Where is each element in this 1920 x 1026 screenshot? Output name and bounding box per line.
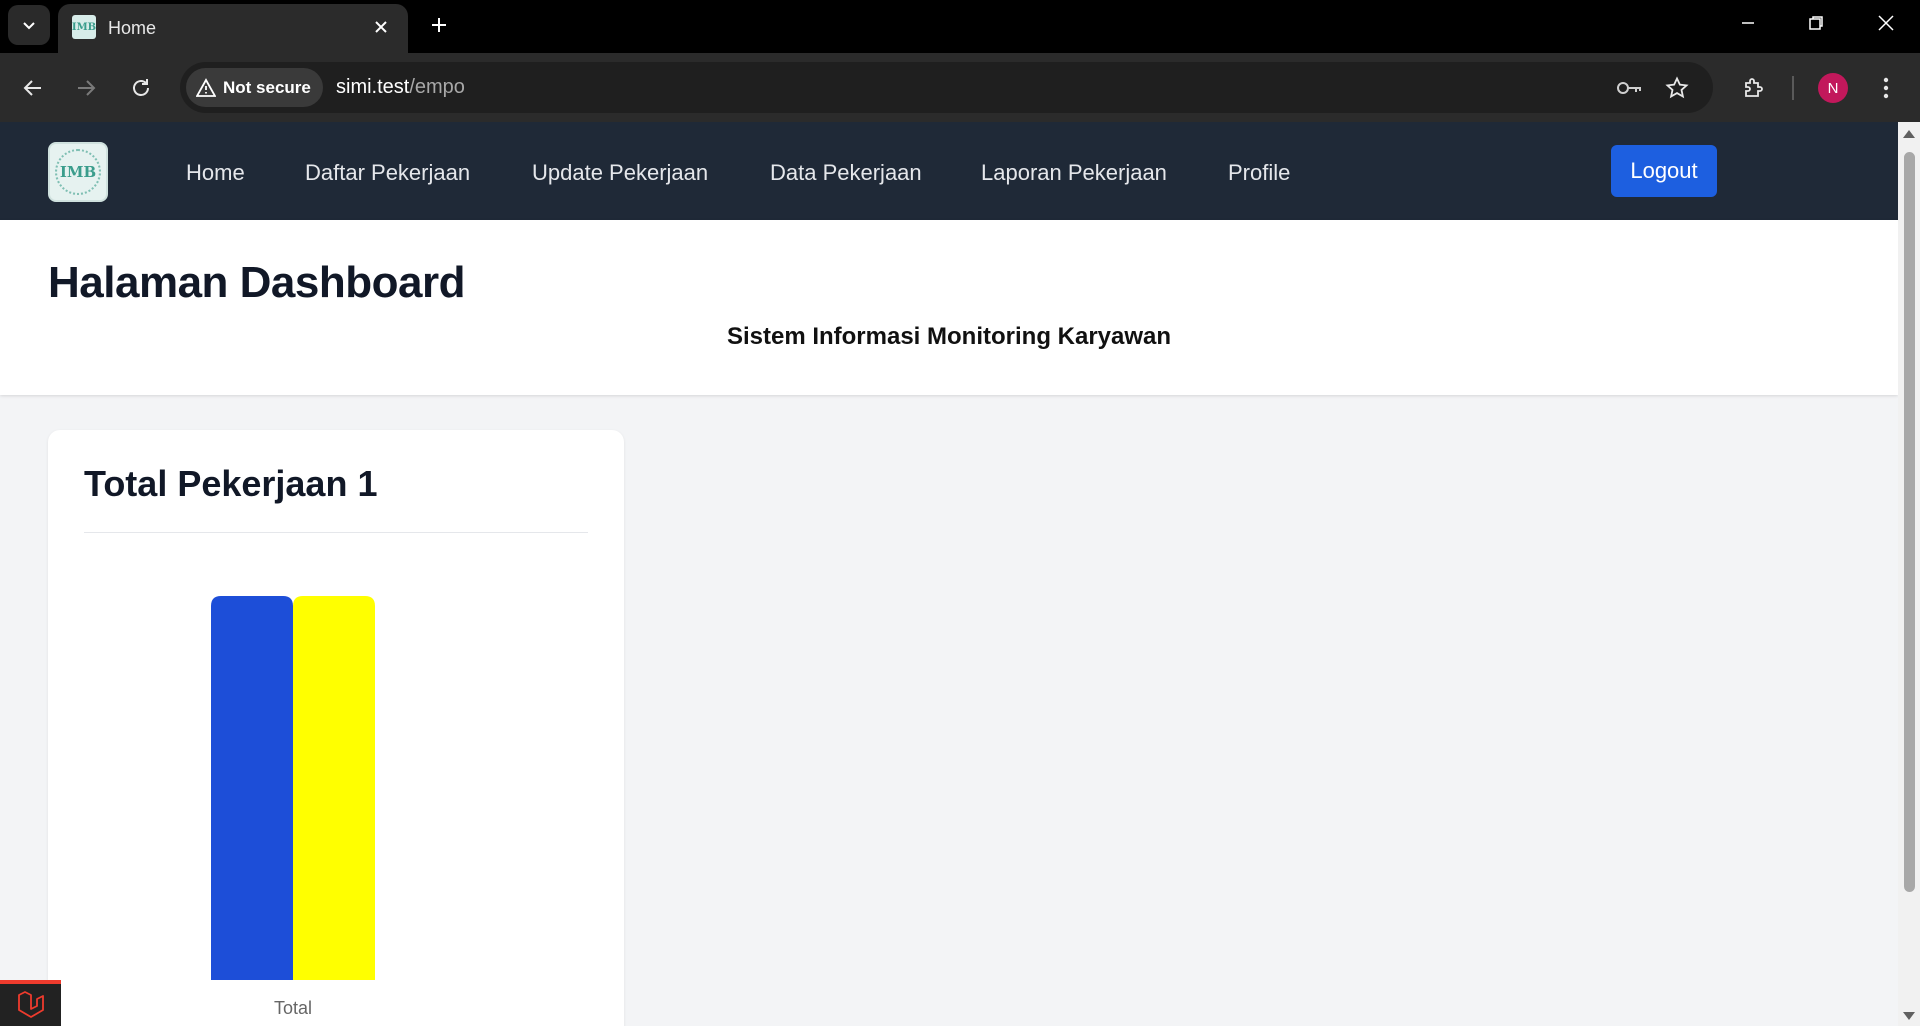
browser-toolbar: Not secure simi.test/empo N bbox=[0, 53, 1920, 122]
scroll-thumb[interactable] bbox=[1904, 152, 1915, 892]
total-pekerjaan-card: Total Pekerjaan 1 Total bbox=[48, 430, 624, 1026]
logo-text: IMB bbox=[59, 163, 97, 181]
url-text[interactable]: simi.test/empo bbox=[336, 76, 465, 99]
profile-avatar[interactable]: N bbox=[1818, 73, 1848, 103]
puzzle-icon bbox=[1745, 78, 1763, 97]
nav-link-laporan-pekerjaan[interactable]: Laporan Pekerjaan bbox=[981, 160, 1167, 186]
restore-button[interactable] bbox=[1782, 0, 1850, 46]
tab-search-button[interactable] bbox=[8, 5, 50, 45]
favicon-text: IMB bbox=[71, 21, 97, 33]
page-viewport: IMB Home Daftar Pekerjaan Update Pekerja… bbox=[0, 122, 1898, 1026]
page-subtitle: Sistem Informasi Monitoring Karyawan bbox=[726, 323, 1172, 350]
reload-icon bbox=[133, 79, 149, 96]
nav-link-update-pekerjaan[interactable]: Update Pekerjaan bbox=[532, 160, 708, 186]
tab-title: Home bbox=[108, 18, 157, 38]
arrow-left-icon bbox=[23, 80, 41, 96]
restore-icon bbox=[1809, 16, 1823, 30]
logout-button[interactable]: Logout bbox=[1611, 145, 1717, 197]
profile-initial: N bbox=[1827, 79, 1839, 97]
reload-button[interactable] bbox=[123, 70, 159, 106]
chevron-down-icon bbox=[23, 22, 35, 30]
logo-emblem: IMB bbox=[55, 149, 101, 195]
scroll-up-arrow-icon[interactable] bbox=[1903, 130, 1915, 138]
key-icon bbox=[1617, 82, 1641, 94]
nav-link-data-pekerjaan[interactable]: Data Pekerjaan bbox=[770, 160, 922, 186]
back-button[interactable] bbox=[15, 70, 51, 106]
app-logo[interactable]: IMB bbox=[48, 142, 108, 202]
minimize-button[interactable] bbox=[1714, 0, 1782, 46]
page-header: Halaman Dashboard Sistem Informasi Monit… bbox=[0, 220, 1898, 395]
close-icon bbox=[375, 21, 387, 33]
new-tab-button[interactable] bbox=[422, 8, 456, 42]
bookmark-button[interactable] bbox=[1662, 73, 1692, 103]
chart-bar-series-2[interactable] bbox=[293, 596, 375, 980]
star-icon bbox=[1665, 76, 1689, 99]
browser-menu-button[interactable] bbox=[1868, 70, 1904, 106]
app-navbar: IMB Home Daftar Pekerjaan Update Pekerja… bbox=[0, 122, 1898, 220]
forward-button[interactable] bbox=[68, 70, 104, 106]
chart-x-tick-label: Total bbox=[274, 998, 312, 1018]
security-chip[interactable]: Not secure bbox=[186, 68, 323, 107]
browser-tab-home[interactable]: IMB Home bbox=[58, 4, 408, 53]
chart-bar-series-1[interactable] bbox=[211, 596, 293, 980]
password-key-button[interactable] bbox=[1614, 73, 1644, 103]
laravel-debugbar-toggle[interactable] bbox=[0, 980, 61, 1026]
browser-tab-bar: IMB Home bbox=[0, 0, 1920, 53]
address-bar[interactable]: Not secure simi.test/empo bbox=[180, 62, 1713, 113]
window-close-button[interactable] bbox=[1852, 0, 1920, 46]
scroll-down-arrow-icon[interactable] bbox=[1903, 1012, 1915, 1020]
minimize-icon bbox=[1742, 22, 1754, 24]
nav-link-home[interactable]: Home bbox=[186, 160, 245, 186]
plus-icon bbox=[432, 18, 446, 32]
security-label: Not secure bbox=[223, 77, 311, 97]
favicon-icon: IMB bbox=[72, 15, 96, 39]
bar-chart: Total bbox=[211, 596, 375, 1018]
nav-link-profile[interactable]: Profile bbox=[1228, 160, 1290, 186]
laravel-icon bbox=[17, 991, 44, 1018]
toolbar-divider bbox=[1792, 76, 1794, 100]
tab-close-button[interactable] bbox=[368, 14, 394, 40]
more-vertical-icon bbox=[1883, 77, 1889, 99]
warning-icon bbox=[196, 77, 216, 97]
close-icon bbox=[1878, 15, 1894, 31]
arrow-right-icon bbox=[78, 80, 96, 96]
url-path: /empo bbox=[409, 76, 465, 98]
nav-link-daftar-pekerjaan[interactable]: Daftar Pekerjaan bbox=[305, 160, 470, 186]
extensions-button[interactable] bbox=[1736, 70, 1772, 106]
page-title: Halaman Dashboard bbox=[48, 258, 465, 307]
page-scrollbar[interactable] bbox=[1898, 122, 1920, 1026]
url-host: simi.test bbox=[336, 76, 410, 98]
